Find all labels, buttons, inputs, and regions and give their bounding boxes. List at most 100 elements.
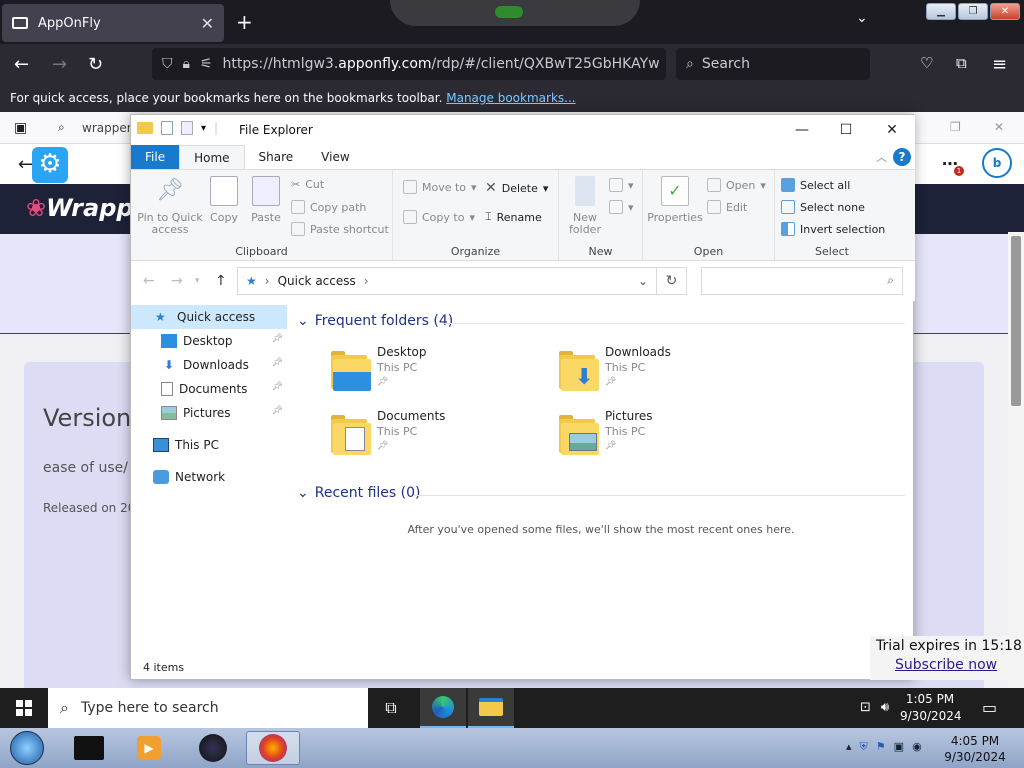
rename-button[interactable]: ⌶ Rename [485, 210, 542, 224]
host-app-icon-globe[interactable] [186, 731, 240, 765]
frequent-folders-header[interactable]: ⌄ Frequent folders (4) [297, 313, 453, 329]
help-icon[interactable]: ? [893, 148, 911, 166]
up-icon[interactable]: ↑ [215, 273, 227, 289]
explorer-minimize-button[interactable]: — [779, 117, 825, 143]
url-bar[interactable]: ⛉ 🔒︎ ⚟ https://htmlgw3.apponfly.com/rdp/… [152, 48, 666, 80]
paste-shortcut-button[interactable]: Paste shortcut [291, 222, 389, 236]
sidebar-icon[interactable]: ▣ [14, 120, 27, 136]
nav-documents[interactable]: Documents 📌︎ [131, 377, 287, 401]
tab-file[interactable]: File [131, 145, 180, 169]
list-tabs-icon[interactable]: ⌄ [856, 10, 868, 26]
pin-quick-access-button[interactable]: 📌︎ Pin to Quick access [137, 176, 203, 236]
folder-tile-desktop[interactable]: Desktop This PC 📌︎ [331, 345, 551, 405]
edit-button[interactable]: Edit [707, 200, 747, 214]
easy-access-button[interactable]: ▾ [609, 200, 634, 214]
notifications-icon[interactable]: ▭ [982, 698, 997, 717]
inner-tab-label[interactable]: wrapper [82, 121, 132, 135]
host-tray-icon-2[interactable]: ⚑ [876, 740, 886, 754]
explorer-maximize-button[interactable]: ☐ [823, 117, 869, 143]
select-none-button[interactable]: Select none [781, 200, 865, 214]
move-to-button[interactable]: Move to ▾ [403, 180, 477, 194]
manage-bookmarks-link[interactable]: Manage bookmarks... [446, 91, 575, 105]
explorer-close-button[interactable]: ✕ [869, 117, 915, 143]
breadcrumb[interactable]: Quick access [278, 274, 356, 288]
shield-icon[interactable]: ⛉ [162, 56, 173, 72]
inner-back-icon[interactable]: ← [18, 154, 33, 175]
maximize-button[interactable]: ❐ [958, 3, 988, 20]
close-tab-icon[interactable]: ✕ [201, 14, 214, 33]
close-button[interactable]: ✕ [990, 3, 1020, 20]
host-tray-icon-1[interactable]: ⛨ [860, 740, 868, 754]
network-tray-icon[interactable]: ⊡ [860, 700, 871, 715]
browser-tab[interactable]: AppOnFly ✕ [2, 4, 224, 42]
minimize-button[interactable]: ▁ [926, 3, 956, 20]
back-icon[interactable]: ← [14, 54, 29, 75]
folder-tile-downloads[interactable]: ⬇ Downloads This PC 📌︎ [559, 345, 779, 405]
settings-gear-icon[interactable]: ⚙ [32, 147, 68, 183]
explorer-back-icon[interactable]: ← [143, 273, 155, 289]
inner-close-icon[interactable]: ✕ [994, 120, 1004, 134]
forward-icon[interactable]: → [52, 54, 67, 75]
recent-files-header[interactable]: ⌄ Recent files (0) [297, 485, 420, 501]
select-all-button[interactable]: Select all [781, 178, 850, 192]
host-clock[interactable]: 4:05 PM 9/30/2024 [940, 733, 1010, 765]
address-dropdown-icon[interactable]: ⌄ [638, 274, 648, 288]
host-app-icon-black[interactable] [62, 731, 116, 765]
collapse-ribbon-icon[interactable]: ︿ [876, 149, 887, 165]
site-logo[interactable]: ❀Wrapp [26, 194, 134, 222]
copy-path-button[interactable]: Copy path [291, 200, 366, 214]
properties-button[interactable]: ✓ Properties [647, 176, 703, 224]
delete-button[interactable]: ✕ Delete ▾ [485, 180, 548, 196]
qat-dropdown-icon[interactable]: ▾ [201, 123, 206, 134]
bing-icon[interactable]: b [982, 148, 1012, 178]
nav-downloads[interactable]: ⬇ Downloads 📌︎ [131, 353, 287, 377]
search-bar[interactable]: ⌕ Search [676, 48, 870, 80]
open-button[interactable]: Open ▾ [707, 178, 766, 192]
permissions-icon[interactable]: ⚟ [200, 56, 213, 72]
host-start-orb[interactable] [0, 731, 54, 765]
page-scrollbar[interactable] [1008, 232, 1024, 688]
tab-home[interactable]: Home [179, 145, 245, 169]
nav-pictures[interactable]: Pictures 📌︎ [131, 401, 287, 425]
pocket-icon[interactable]: ♡ [920, 54, 933, 72]
new-folder-qat-icon[interactable] [181, 121, 193, 135]
cut-button[interactable]: ✂ Cut [291, 178, 324, 191]
tab-share[interactable]: Share [245, 145, 308, 169]
edge-taskbar-icon[interactable] [420, 688, 466, 728]
properties-qat-icon[interactable] [161, 121, 173, 135]
start-button[interactable] [0, 688, 48, 728]
taskbar-search-box[interactable]: ⌕ Type here to search [48, 688, 368, 728]
new-tab-icon[interactable]: + [236, 10, 253, 34]
paste-button[interactable]: Paste [249, 176, 283, 224]
nav-network[interactable]: Network [131, 465, 287, 489]
nav-quick-access[interactable]: ★ Quick access [131, 305, 287, 329]
volume-icon[interactable]: 🔊︎ [881, 700, 889, 715]
explorer-forward-icon[interactable]: → [171, 273, 183, 289]
nav-this-pc[interactable]: This PC [131, 433, 287, 457]
address-bar[interactable]: ★ › Quick access › ⌄ [237, 267, 657, 295]
subscribe-link[interactable]: Subscribe now [895, 657, 997, 673]
menu-icon[interactable]: ≡ [992, 54, 1007, 75]
folder-tile-documents[interactable]: Documents This PC 📌︎ [331, 409, 551, 469]
task-view-icon[interactable]: ⧉ [368, 688, 414, 728]
tab-view[interactable]: View [307, 145, 363, 169]
show-hidden-icons[interactable]: ▴ [846, 740, 852, 754]
file-explorer-taskbar-icon[interactable] [468, 688, 514, 728]
new-folder-button[interactable]: New folder [565, 176, 605, 236]
lock-icon[interactable]: 🔒︎ [183, 56, 190, 72]
refresh-icon[interactable]: ↻ [657, 267, 687, 295]
host-firefox-icon[interactable] [246, 731, 300, 765]
nav-desktop[interactable]: Desktop 📌︎ [131, 329, 287, 353]
folder-tile-pictures[interactable]: Pictures This PC 📌︎ [559, 409, 779, 469]
host-media-player-icon[interactable]: ▶ [122, 731, 176, 765]
copy-button[interactable]: Copy [207, 176, 241, 224]
host-volume-icon[interactable]: ◉ [912, 740, 922, 754]
invert-selection-button[interactable]: Invert selection [781, 222, 885, 236]
new-item-button[interactable]: ▾ [609, 178, 634, 192]
inner-restore-icon[interactable]: ❐ [950, 120, 961, 134]
copy-to-button[interactable]: Copy to ▾ [403, 210, 475, 224]
explorer-search-input[interactable]: ⌕ [701, 267, 903, 295]
recent-locations-icon[interactable]: ▾ [195, 276, 200, 286]
host-display-icon[interactable]: ▣ [894, 740, 904, 754]
extensions-icon[interactable]: ⧉ [956, 54, 967, 72]
